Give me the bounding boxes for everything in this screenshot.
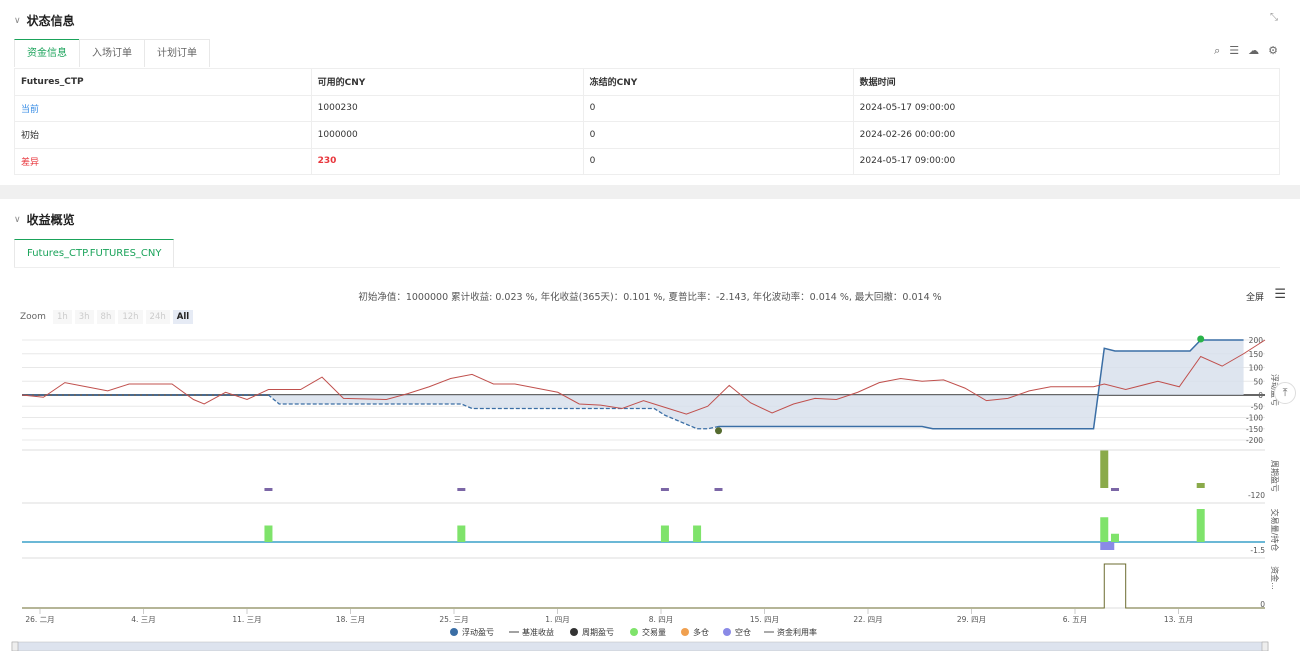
volume-bar bbox=[1110, 533, 1119, 542]
period-pnl-bar bbox=[1196, 483, 1205, 488]
utilization-line bbox=[22, 563, 1265, 609]
panel3-tick: -1.5 bbox=[1250, 546, 1265, 555]
x-tick-label: 15. 四月 bbox=[750, 615, 779, 624]
legend-label: 基准收益 bbox=[522, 627, 554, 637]
legend-label: 交易量 bbox=[642, 627, 666, 637]
y-tick-label: 150 bbox=[1249, 350, 1264, 359]
panel2-tick: -120 bbox=[1248, 491, 1265, 500]
volume-bar bbox=[660, 525, 669, 542]
short-position-bar bbox=[1100, 542, 1115, 550]
y-tick-label: -150 bbox=[1246, 425, 1263, 434]
panel2-axis-label: 周期盈亏 bbox=[1270, 460, 1279, 492]
period-pnl-bar bbox=[1110, 488, 1119, 491]
legend-label: 浮动盈亏 bbox=[462, 627, 494, 637]
period-pnl-bar bbox=[1100, 450, 1109, 488]
legend-marker bbox=[630, 628, 638, 636]
x-tick-label: 29. 四月 bbox=[957, 615, 986, 624]
y-tick-label: 50 bbox=[1253, 377, 1263, 386]
x-tick-label: 6. 五月 bbox=[1063, 615, 1088, 624]
panel3-axis-label: 交易量/持仓 bbox=[1270, 509, 1280, 552]
panel4-axis-label: 资金... bbox=[1270, 566, 1280, 590]
y-tick-label: -50 bbox=[1251, 402, 1263, 411]
legend-marker bbox=[570, 628, 578, 636]
period-pnl-bar bbox=[457, 488, 466, 491]
x-tick-label: 22. 四月 bbox=[853, 615, 882, 624]
scroll-to-top-button[interactable]: ⤒ bbox=[1274, 382, 1296, 404]
volume-bar bbox=[457, 525, 466, 542]
y-tick-label: 100 bbox=[1249, 364, 1264, 373]
x-tick-label: 25. 三月 bbox=[439, 615, 468, 624]
period-pnl-bar bbox=[264, 488, 273, 491]
profit-chart[interactable]: 200 150 100 50 0 -50 -100 -150 -200 浮动盈亏 周期盈亏 -120 交… bbox=[0, 0, 1300, 651]
x-tick-label: 4. 三月 bbox=[131, 615, 156, 624]
legend-label: 周期盈亏 bbox=[582, 628, 614, 637]
legend-label: 资金利用率 bbox=[777, 627, 817, 637]
y-tick-label: -200 bbox=[1246, 436, 1263, 445]
legend-marker bbox=[723, 628, 731, 636]
period-pnl-bar bbox=[714, 488, 723, 491]
x-tick-label: 18. 三月 bbox=[336, 615, 365, 624]
x-tick-label: 26. 二月 bbox=[25, 615, 54, 624]
navigator-handle-left bbox=[11, 641, 19, 651]
volume-bar bbox=[693, 525, 702, 542]
x-tick-label: 8. 四月 bbox=[649, 615, 674, 624]
x-tick-label: 11. 三月 bbox=[232, 615, 261, 624]
volume-bar bbox=[264, 525, 273, 542]
panel4-tick: 0 bbox=[1260, 600, 1265, 609]
legend-marker bbox=[450, 628, 458, 636]
x-tick-label: 13. 五月 bbox=[1164, 615, 1193, 624]
legend-marker bbox=[681, 628, 689, 636]
volume-bar bbox=[1196, 509, 1205, 542]
y-tick-label: 200 bbox=[1249, 336, 1264, 345]
max-marker bbox=[1197, 335, 1205, 343]
period-pnl-bar bbox=[660, 488, 669, 491]
legend-label: 多仓 bbox=[693, 627, 709, 637]
legend-label: 空仓 bbox=[735, 627, 751, 637]
x-tick-label: 1. 四月 bbox=[545, 615, 570, 624]
y-tick-label: -100 bbox=[1246, 414, 1263, 423]
volume-bar bbox=[1100, 517, 1109, 542]
min-marker bbox=[715, 427, 723, 435]
navigator-scrollbar bbox=[11, 641, 1269, 651]
navigator-handle-right bbox=[1261, 641, 1269, 651]
